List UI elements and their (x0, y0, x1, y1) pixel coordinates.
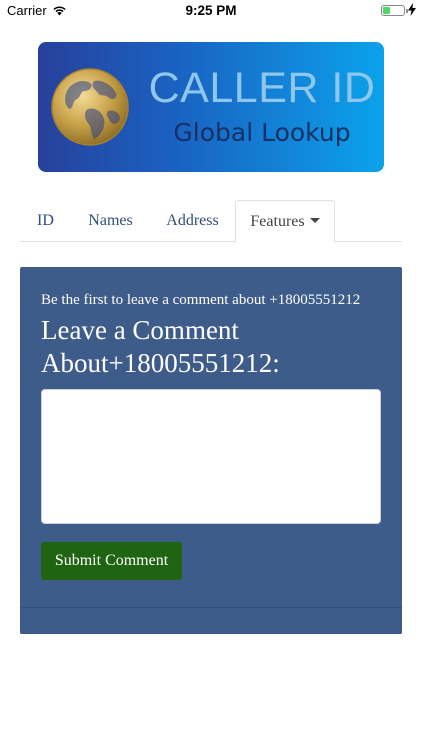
banner-title: CALLER ID (148, 64, 376, 112)
tab-features-label: Features (250, 213, 305, 230)
status-time: 9:25 PM (185, 3, 237, 18)
globe-icon (51, 68, 129, 146)
tab-names[interactable]: Names (71, 200, 150, 242)
status-bar: Carrier 9:25 PM (0, 0, 422, 22)
battery-icon (381, 5, 408, 16)
charging-bolt-icon (408, 3, 416, 16)
first-comment-note: Be the first to leave a comment about +1… (41, 292, 361, 308)
tab-address[interactable]: Address (150, 200, 235, 242)
banner-subtitle: Global Lookup (173, 118, 351, 147)
lookup-tabs: ID Names Address Features (20, 200, 402, 243)
caret-down-icon (309, 218, 320, 223)
tab-features[interactable]: Features (235, 200, 335, 243)
panel-footer (20, 607, 402, 634)
comment-heading: Leave a Comment About+18005551212: (41, 315, 280, 378)
comment-textarea[interactable] (41, 389, 381, 524)
battery-level-fill (383, 7, 390, 14)
tab-id[interactable]: ID (20, 200, 71, 242)
comment-panel: Be the first to leave a comment about +1… (20, 267, 402, 634)
submit-comment-button[interactable]: Submit Comment (41, 542, 182, 580)
caller-id-banner: CALLER ID Global Lookup (38, 42, 384, 172)
